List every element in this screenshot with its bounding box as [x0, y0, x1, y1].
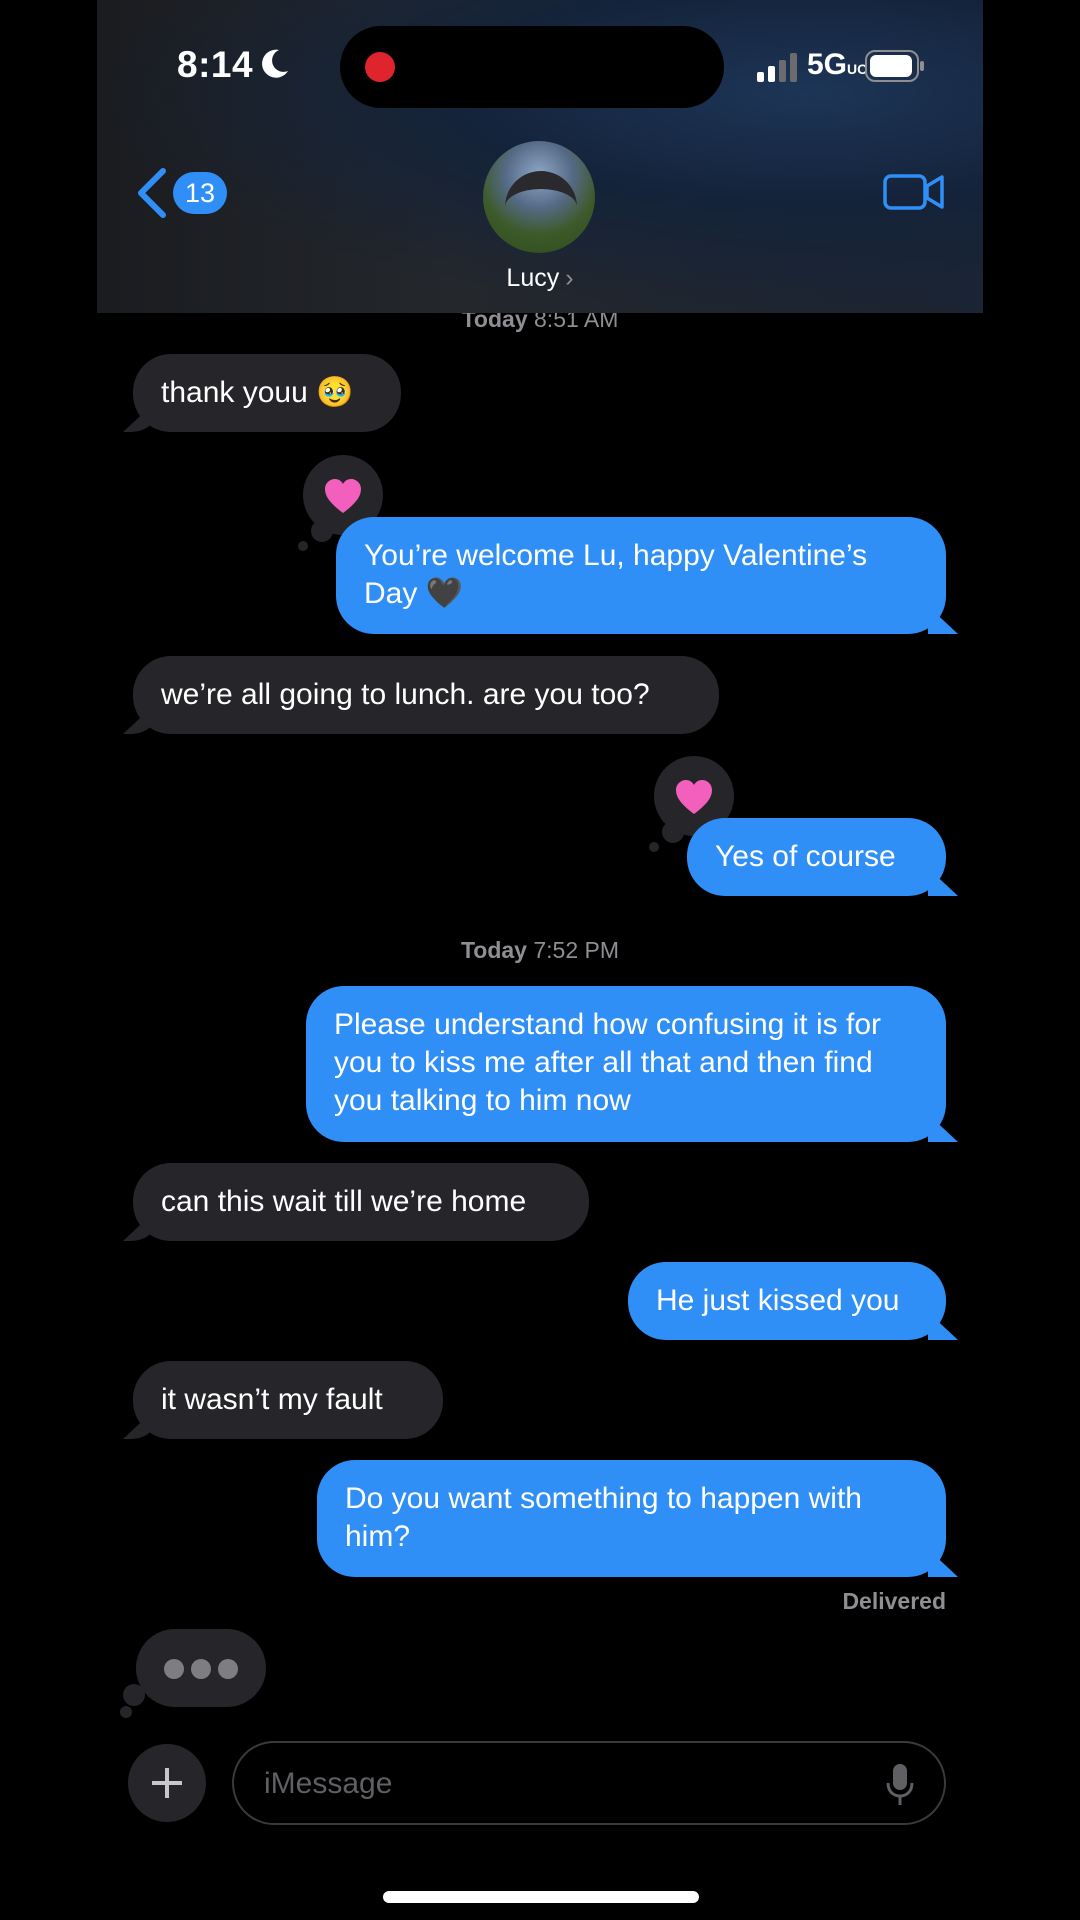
signal-icon	[757, 53, 797, 82]
network-type: 5GUC	[807, 48, 868, 81]
heart-icon	[325, 479, 361, 513]
home-indicator[interactable]	[383, 1891, 699, 1903]
contact-name: Lucy	[506, 264, 560, 292]
message-text: can this wait till we’re home	[161, 1185, 527, 1218]
message-bubble-outgoing[interactable]: You’re welcome Lu, happy Valentine’s Day…	[336, 517, 946, 634]
delivery-status: Delivered	[842, 1588, 946, 1614]
message-input[interactable]	[262, 1759, 846, 1809]
message-text: it wasn’t my fault	[161, 1383, 383, 1416]
message-text: Please understand how confusing it is fo…	[334, 1008, 881, 1117]
status-time: 8:14	[177, 44, 254, 85]
message-bubble-outgoing[interactable]: Yes of course	[687, 818, 946, 896]
message-bubble-incoming[interactable]: it wasn’t my fault	[133, 1361, 443, 1439]
tapback-tail	[662, 821, 684, 843]
typing-indicator	[136, 1629, 266, 1707]
message-bubble-outgoing[interactable]: Please understand how confusing it is fo…	[306, 986, 946, 1142]
microphone-icon[interactable]	[886, 1763, 914, 1807]
video-call-icon[interactable]	[883, 172, 945, 212]
unread-count-badge[interactable]: 13	[173, 172, 227, 214]
back-chevron-icon[interactable]	[133, 167, 169, 219]
battery-icon	[865, 50, 924, 82]
contact-avatar[interactable]	[483, 141, 595, 253]
message-text: we’re all going to lunch. are you too?	[161, 678, 650, 711]
typing-indicator-tail	[120, 1706, 132, 1718]
message-bubble-incoming[interactable]: can this wait till we’re home	[133, 1163, 589, 1241]
moon-icon	[262, 49, 288, 78]
message-text: Do you want something to happen with him…	[345, 1482, 862, 1553]
recording-indicator-icon	[365, 52, 395, 82]
chevron-right-icon: ›	[565, 264, 574, 292]
message-text: He just kissed you	[656, 1284, 900, 1317]
heart-icon	[676, 780, 712, 814]
message-bubble-incoming[interactable]: we’re all going to lunch. are you too?	[133, 656, 719, 734]
message-bubble-outgoing[interactable]: Do you want something to happen with him…	[317, 1460, 946, 1577]
tapback-tail	[298, 541, 308, 551]
tapback-tail	[649, 842, 659, 852]
conversation-header: 8:14 5GUC 13 Lucy ›	[97, 0, 983, 313]
message-text: thank youu 🥹	[161, 376, 354, 409]
tapback-tail	[311, 520, 333, 542]
message-text: Yes of course	[715, 840, 896, 873]
timestamp: Today 7:52 PM	[460, 937, 620, 963]
message-bubble-incoming[interactable]: thank youu 🥹	[133, 354, 401, 432]
message-input-field[interactable]	[232, 1741, 946, 1825]
typing-indicator-tail	[123, 1684, 145, 1706]
plus-icon[interactable]	[128, 1744, 206, 1822]
dynamic-island	[340, 26, 724, 108]
contact-name-button[interactable]: Lucy ›	[97, 264, 983, 293]
message-text: You’re welcome Lu, happy Valentine’s Day…	[364, 539, 868, 610]
message-bubble-outgoing[interactable]: He just kissed you	[628, 1262, 946, 1340]
